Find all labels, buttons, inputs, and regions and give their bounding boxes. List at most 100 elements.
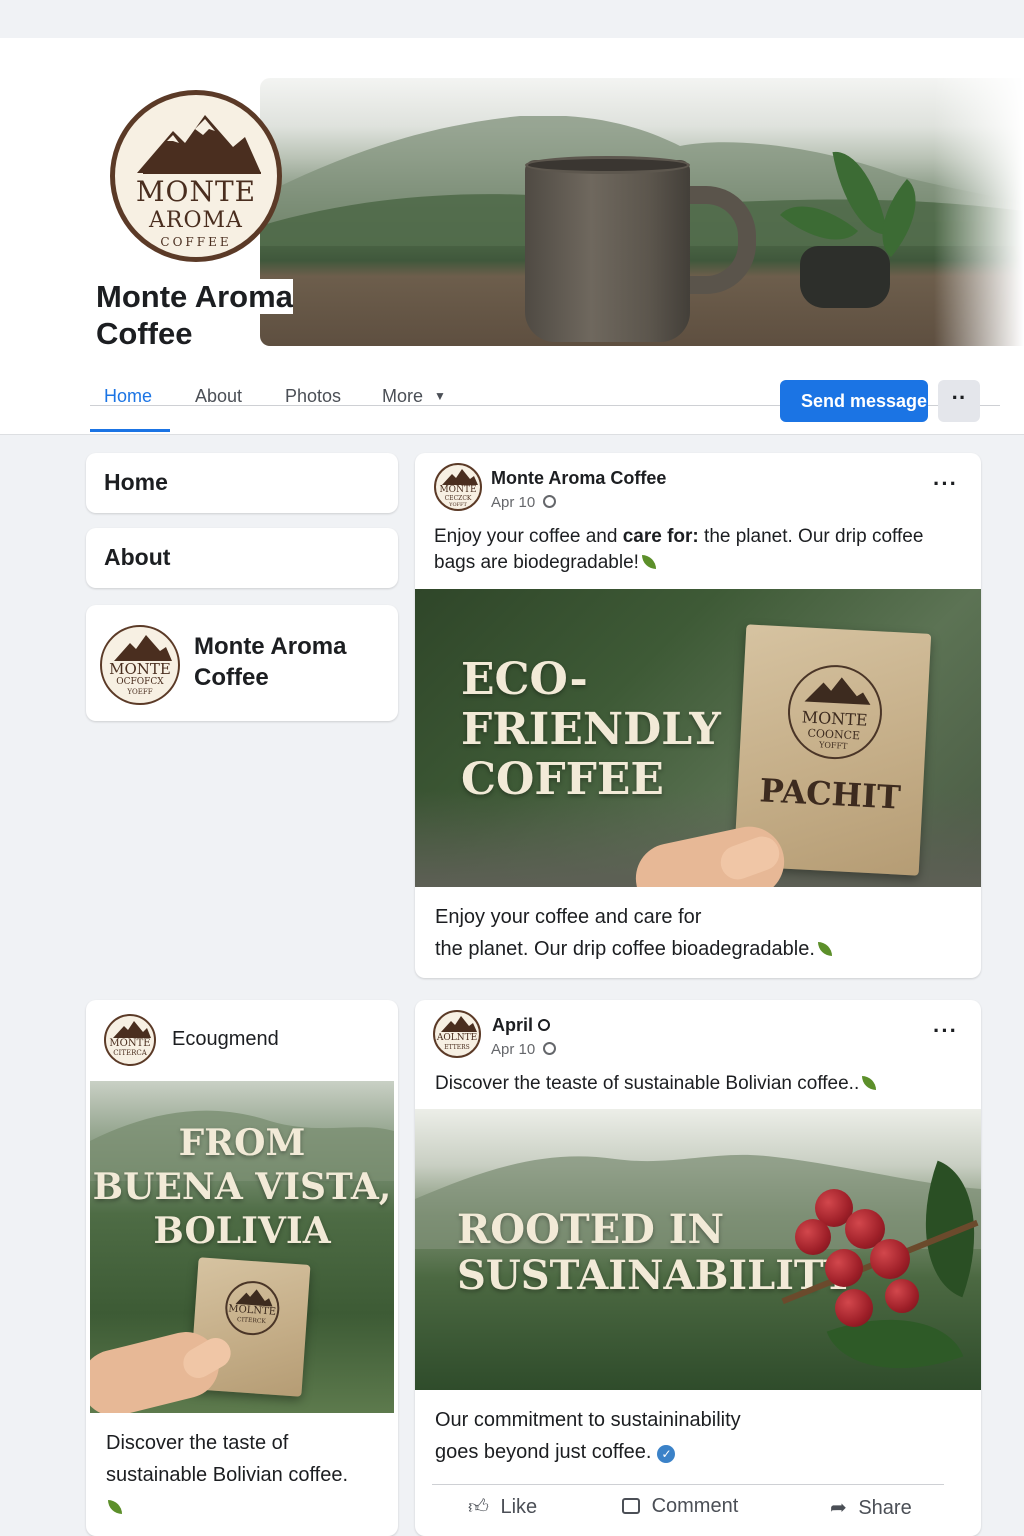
post-text: Enjoy your coffee and care for: the plan… [434, 524, 964, 576]
post-image[interactable]: FROM BUENA VISTA, BOLIVIA MOLNTE CITERCK [90, 1081, 394, 1413]
leaf-icon [108, 1500, 122, 1514]
profile-logo[interactable]: MONTE AROMA COFFEE [110, 90, 282, 262]
headline-line: FRIENDLY [461, 704, 721, 755]
post-text-bold: care for: [622, 526, 699, 547]
sidebar-item-about: About [104, 544, 171, 570]
active-tab-indicator [90, 429, 170, 432]
post-card: AOLNTE ETTERS April Apr 10 ··· Discover … [415, 1000, 981, 1536]
post-image[interactable]: ECO- FRIENDLY COFFEE MONTE COONCE YOFFT … [415, 589, 981, 887]
coffee-berry [870, 1239, 910, 1279]
logo-text-line3: YOFFT [449, 502, 467, 508]
globe-icon [543, 1042, 557, 1055]
comment-label: Comment [651, 1495, 739, 1517]
actions-divider [432, 1484, 944, 1485]
like-button[interactable]: 👍︎ Like [468, 1495, 537, 1519]
logo-text-line1: AOLNTE [436, 1033, 478, 1043]
pouch-label: PACHIT [758, 771, 902, 817]
post-date-text: Apr 10 [491, 494, 536, 511]
image-headline: FROM BUENA VISTA, BOLIVIA [90, 1121, 394, 1253]
caption-line: Discover the taste of [106, 1432, 289, 1454]
logo-text-line3: COFFEE [160, 235, 232, 249]
logo-text-line2: CITERCA [113, 1049, 147, 1057]
tab-more-label: More [382, 386, 424, 406]
logo-text-line2: CECZCK [444, 495, 472, 502]
pouch-logo: MOLNTE CITERCK [223, 1279, 282, 1337]
post-caption: Our commitment to sustaininability goes … [435, 1404, 975, 1468]
post-image[interactable]: ROOTED IN SUSTAINABILITY [415, 1109, 981, 1390]
post-timestamp[interactable]: Apr 10 [491, 494, 557, 511]
post-more-options[interactable]: ··· [933, 1018, 958, 1044]
leaf-icon [862, 1076, 877, 1090]
post-card: MONTE CITERCA Ecougmend FROM BUENA VISTA… [86, 1000, 398, 1536]
post-author[interactable]: Ecougmend [172, 1028, 279, 1051]
image-headline: ROOTED IN SUSTAINABILITY [457, 1207, 852, 1299]
headline-line: ECO- [461, 654, 588, 705]
post-avatar[interactable]: AOLNTE ETTERS [433, 1010, 481, 1058]
share-button[interactable]: ➦ Share [830, 1495, 912, 1520]
post-card: MONTE CECZCK YOFFT Monte Aroma Coffee Ap… [415, 453, 981, 978]
post-avatar[interactable]: MONTE CECZCK YOFFT [434, 463, 482, 511]
logo-text-line1: MONTE [135, 175, 257, 208]
sidebar-profile-name: Monte Aroma Coffee [194, 633, 347, 691]
like-icon: 👍︎ [468, 1496, 489, 1518]
tab-about[interactable]: About [195, 386, 242, 407]
mountain-logo-icon [804, 677, 871, 705]
logo-text-line1: MONTE [109, 660, 171, 678]
headline-line: BOLIVIA [153, 1210, 331, 1252]
logo-text-line2: ETTERS [444, 1044, 470, 1051]
caption-line: sustainable Bolivian coffee. [106, 1464, 349, 1486]
cover-photo[interactable] [260, 78, 1024, 346]
post-avatar[interactable]: MONTE CITERCA [104, 1014, 156, 1066]
headline-line: ROOTED IN [457, 1206, 725, 1253]
coffee-mug [525, 160, 690, 342]
headline-line: FROM [178, 1122, 306, 1164]
logo-text-line1: MONTE [109, 1038, 151, 1049]
post-author[interactable]: April [492, 1015, 551, 1036]
share-icon: ➦ [830, 1497, 847, 1519]
comment-button[interactable]: Comment [622, 1495, 738, 1518]
logo-text-line2: AROMA [149, 208, 243, 233]
mug-rim [525, 156, 690, 174]
page-header: MONTE AROMA COFFEE Monte Aroma Coffee [0, 38, 1024, 435]
profile-logo-small: MONTE OCFOFCX YOEFF [100, 625, 180, 705]
post-author[interactable]: Monte Aroma Coffee [491, 468, 666, 489]
post-timestamp[interactable]: Apr 10 [491, 1041, 557, 1058]
caption-line: Our commitment to sustaininability [435, 1409, 741, 1431]
sidebar-profile-card[interactable]: MONTE OCFOFCX YOEFF Monte Aroma Coffee [86, 605, 398, 721]
send-message-button[interactable]: Send message [780, 380, 928, 422]
tab-photos[interactable]: Photos [285, 386, 341, 407]
chevron-down-icon: ▼ [434, 389, 446, 403]
coffee-berry [825, 1249, 863, 1287]
like-label: Like [500, 1496, 538, 1518]
comment-icon [622, 1498, 640, 1514]
more-options-button[interactable]: ·· [938, 380, 980, 422]
tab-more[interactable]: More ▼ [382, 386, 446, 407]
caption-line: the planet. Our drip coffee bioadegradab… [435, 938, 815, 960]
top-strip [0, 0, 1024, 38]
logo-text-line1: MONTE [439, 485, 477, 495]
leaf-icon [641, 555, 656, 569]
post-text: Discover the teaste of sustainable Boliv… [435, 1071, 975, 1097]
sidebar-about-card[interactable]: About [86, 528, 398, 588]
headline-line: BUENA VISTA, [92, 1166, 392, 1208]
logo-text-line2: OCFOFCX [116, 677, 164, 687]
pouch-logo: MONTE COONCE YOFFT [785, 662, 885, 762]
coffee-berry [885, 1279, 919, 1313]
post-date-text: Apr 10 [491, 1041, 536, 1058]
verified-icon [538, 1019, 551, 1031]
globe-icon [543, 495, 557, 508]
headline-line: COFFEE [461, 754, 664, 805]
share-label: Share [858, 1497, 912, 1519]
headline-line: SUSTAINABILITY [457, 1252, 853, 1299]
image-headline: ECO- FRIENDLY COFFEE [461, 655, 721, 805]
sidebar-home-card[interactable]: Home [86, 453, 398, 513]
plant-pot [800, 246, 890, 308]
post-more-options[interactable]: ··· [933, 471, 958, 497]
post-author-name: April [492, 1015, 534, 1035]
tab-home[interactable]: Home [104, 386, 152, 407]
coffee-berry [795, 1219, 831, 1255]
post-caption: Enjoy your coffee and care for the plane… [435, 901, 975, 965]
post-text-part: Enjoy your coffee and [434, 526, 623, 547]
coffee-berry [835, 1289, 873, 1327]
logo-text-line3: YOEFF [127, 688, 153, 696]
